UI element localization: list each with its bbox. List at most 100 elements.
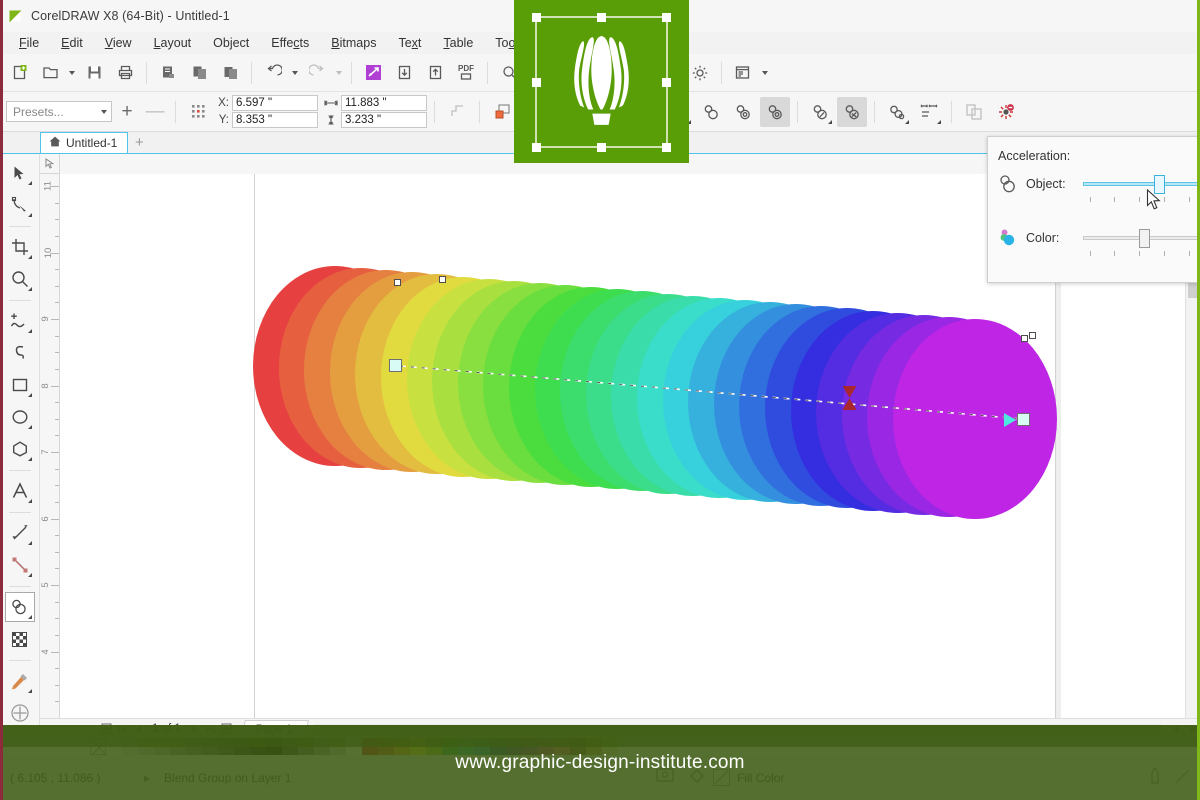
acceleration-hourglass-marker[interactable] (841, 385, 858, 414)
zoom-tool[interactable] (5, 264, 35, 294)
save-document-button[interactable] (79, 58, 109, 88)
copy-blend-properties-button[interactable] (959, 97, 989, 127)
undo-dropdown[interactable] (289, 58, 301, 88)
blend-end-handle[interactable] (1017, 413, 1030, 426)
object-acceleration-slider[interactable] (1083, 173, 1199, 195)
object-origin-selector[interactable] (183, 97, 213, 127)
straight-line-connector-tool[interactable] (5, 550, 35, 580)
object-color-acceleration-button[interactable] (837, 96, 867, 127)
freehand-tool[interactable] (5, 306, 35, 336)
blend-end-node-handle[interactable] (1021, 335, 1028, 342)
object-width-input[interactable]: 11.883 " (341, 95, 427, 111)
object-y-input[interactable]: 8.353 " (232, 112, 318, 128)
export-button[interactable] (389, 58, 419, 88)
wrap-text-button[interactable] (442, 97, 472, 127)
blend-tool[interactable] (4, 592, 35, 622)
menu-effects[interactable]: Effects (260, 34, 320, 52)
undo-button[interactable] (258, 58, 288, 88)
menu-layout[interactable]: Layout (143, 34, 203, 52)
watermark-top-strip (0, 725, 1200, 747)
menu-edit[interactable]: Edit (50, 34, 94, 52)
blend-end-node-handle-2[interactable] (1029, 332, 1036, 339)
paste-button[interactable] (215, 58, 245, 88)
path-properties-button[interactable] (914, 97, 944, 127)
menu-file[interactable]: File (8, 34, 50, 52)
menu-bitmaps[interactable]: Bitmaps (320, 34, 387, 52)
open-document-dropdown[interactable] (66, 58, 78, 88)
start-end-properties-button[interactable] (882, 97, 912, 127)
add-preset-button[interactable]: + (114, 102, 140, 121)
blend-step-ellipse (534, 289, 699, 490)
color-acceleration-slider[interactable] (1083, 227, 1199, 249)
ruler-tick (51, 252, 59, 254)
object-x-input[interactable]: 6.597 " (232, 95, 318, 111)
blend-start-handle[interactable] (389, 359, 402, 372)
blend-start-node-handle[interactable] (394, 279, 401, 286)
menu-table[interactable]: Table (432, 34, 484, 52)
coreldraw-balloon-icon (8, 9, 23, 24)
page-left-border (254, 174, 255, 718)
flyout-arrow-icon (27, 213, 32, 217)
counterclockwise-blend-button[interactable] (760, 96, 790, 127)
outline-width-swatch[interactable] (487, 97, 517, 127)
application-launcher-dropdown[interactable] (759, 58, 771, 88)
object-x-label: X: (218, 97, 229, 109)
application-launcher-button[interactable] (728, 58, 758, 88)
color-slider-thumb[interactable] (1138, 229, 1150, 248)
print-button[interactable] (110, 58, 140, 88)
clockwise-blend-button[interactable] (728, 97, 758, 127)
open-document-button[interactable] (35, 58, 65, 88)
toolbox-separator-1 (8, 226, 31, 227)
text-tool[interactable] (5, 476, 35, 506)
ellipse-tool[interactable] (5, 402, 35, 432)
ruler-origin-button[interactable] (40, 154, 60, 174)
selection-handle-bottom-left[interactable] (532, 143, 541, 152)
acceleration-popup[interactable]: Acceleration: Object: Color: (987, 136, 1200, 283)
polygon-tool[interactable] (5, 434, 35, 464)
menu-text[interactable]: Text (387, 34, 432, 52)
import-button[interactable] (358, 58, 388, 88)
ruler-tick (55, 634, 59, 636)
vertical-ruler[interactable]: 11 10 9 8 7 6 5 4 (40, 174, 60, 718)
export-to-button[interactable] (420, 58, 450, 88)
rectangle-tool[interactable] (5, 370, 35, 400)
transparency-tool[interactable] (5, 624, 35, 654)
color-eyedropper-tool[interactable] (5, 666, 35, 696)
options-button[interactable] (685, 58, 715, 88)
artistic-media-tool[interactable] (5, 338, 35, 368)
accelerate-sizing-button[interactable] (805, 97, 835, 127)
toolbar-separator-4 (487, 61, 488, 84)
selection-handle-middle-right[interactable] (662, 78, 671, 87)
flyout-arrow-icon (27, 689, 32, 693)
direct-blend-button[interactable] (696, 97, 726, 127)
parallel-dimension-tool[interactable] (5, 518, 35, 548)
new-document-button[interactable] (4, 58, 34, 88)
shape-tool[interactable] (5, 190, 35, 220)
pick-tool[interactable] (5, 158, 35, 188)
interactive-fill-tool[interactable] (5, 698, 35, 728)
object-height-input[interactable]: 3.233 " (341, 112, 427, 128)
crop-tool[interactable] (5, 232, 35, 262)
selection-handle-bottom-right[interactable] (662, 143, 671, 152)
selection-handle-middle-left[interactable] (532, 78, 541, 87)
menu-object[interactable]: Object (202, 34, 260, 52)
cut-button[interactable] (153, 58, 183, 88)
object-size-group: 11.883 " 3.233 " (324, 95, 427, 128)
redo-button[interactable] (302, 58, 332, 88)
remove-preset-button[interactable]: — (142, 102, 168, 121)
selection-handle-bottom-center[interactable] (597, 143, 606, 152)
blend-start-node-handle-2[interactable] (439, 276, 446, 283)
selection-handle-top-center[interactable] (597, 13, 606, 22)
publish-pdf-button[interactable]: PDF (451, 58, 481, 88)
clear-blend-button[interactable] (991, 97, 1021, 127)
selection-handle-top-left[interactable] (532, 13, 541, 22)
copy-button[interactable] (184, 58, 214, 88)
redo-dropdown[interactable] (333, 58, 345, 88)
menu-view[interactable]: View (94, 34, 143, 52)
selection-handle-top-right[interactable] (662, 13, 671, 22)
add-document-tab-button[interactable]: + (128, 132, 150, 153)
chevron-down-icon (292, 70, 298, 75)
presets-dropdown[interactable]: Presets... (6, 101, 112, 122)
document-tab-untitled-1[interactable]: Untitled-1 (40, 132, 129, 153)
ruler-tick (55, 202, 59, 204)
